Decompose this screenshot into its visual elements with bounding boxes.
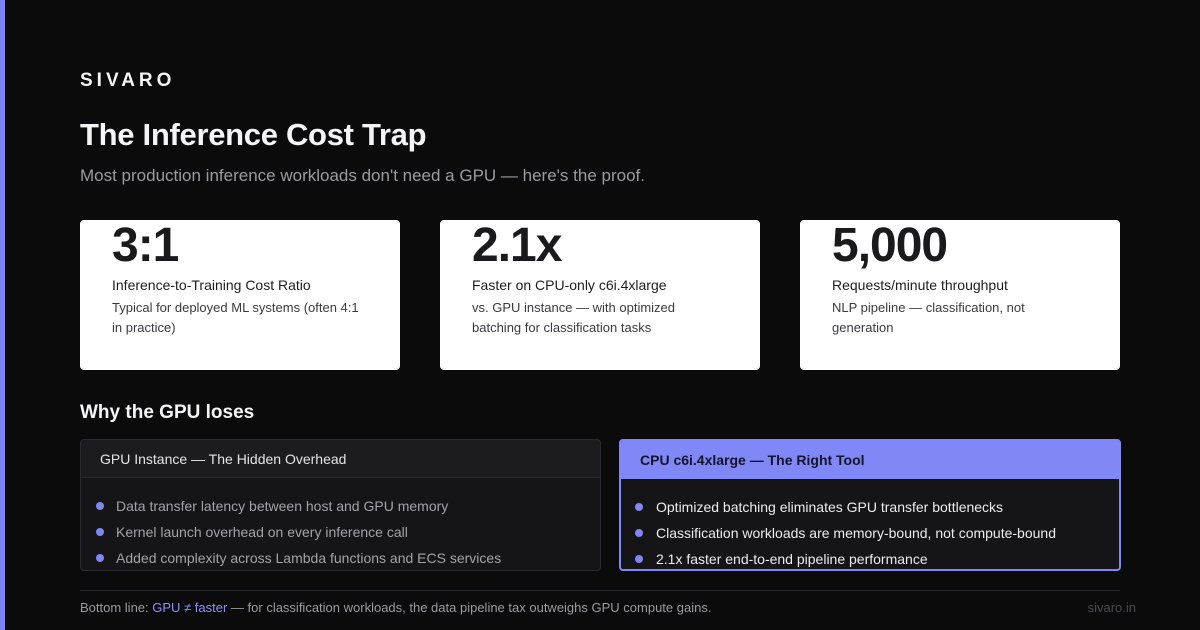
list-item-text: Added complexity across Lambda functions… <box>116 550 502 566</box>
list-item: Kernel launch overhead on every inferenc… <box>81 523 600 549</box>
bullet-icon <box>635 503 643 511</box>
page-subtitle: Most production inference workloads don'… <box>80 166 645 185</box>
stat-label: Faster on CPU-only c6i.4xlarge <box>472 277 667 293</box>
stat-label: Requests/minute throughput <box>832 277 1008 293</box>
gpu-panel: GPU Instance — The Hidden Overhead Data … <box>80 439 601 571</box>
stat-description: NLP pipeline — classification, not gener… <box>832 300 1025 335</box>
stat-value: 3:1 <box>112 220 179 272</box>
stat-card-speedup: 2.1x Faster on CPU-only c6i.4xlarge vs. … <box>440 220 760 370</box>
footer-highlight: GPU ≠ faster <box>152 600 228 615</box>
brand-logo: SIVARO <box>80 70 176 91</box>
footer-prefix: Bottom line: <box>80 600 153 615</box>
footer-suffix: — for classification workloads, the data… <box>227 600 712 615</box>
list-item-text: Optimized batching eliminates GPU transf… <box>656 499 1004 515</box>
accent-bar <box>0 0 5 630</box>
cpu-panel-list: Optimized batching eliminates GPU transf… <box>621 479 1119 569</box>
list-item: Optimized batching eliminates GPU transf… <box>621 498 1119 524</box>
footer-bottom-line: Bottom line: GPU ≠ faster — for classifi… <box>80 600 711 615</box>
site-url: sivaro.in <box>1087 600 1136 615</box>
page-title: The Inference Cost Trap <box>80 117 427 152</box>
footer-divider <box>80 590 1120 591</box>
stat-card-throughput: 5,000 Requests/minute throughput NLP pip… <box>800 220 1120 370</box>
cpu-panel: CPU c6i.4xlarge — The Right Tool Optimiz… <box>619 439 1121 571</box>
stat-value: 2.1x <box>472 220 562 272</box>
list-item: Classification workloads are memory-boun… <box>621 524 1119 550</box>
bullet-icon <box>96 554 104 562</box>
bullet-icon <box>96 528 104 536</box>
list-item: 2.1x faster end-to-end pipeline performa… <box>621 550 1119 569</box>
list-item-text: 2.1x faster end-to-end pipeline performa… <box>656 551 928 567</box>
list-item-text: Data transfer latency between host and G… <box>116 498 449 514</box>
bullet-icon <box>635 529 643 537</box>
stat-label: Inference-to-Training Cost Ratio <box>112 277 311 293</box>
stat-description: vs. GPU instance — with optimized batchi… <box>472 300 676 335</box>
bullet-icon <box>96 502 104 510</box>
list-item-text: Classification workloads are memory-boun… <box>656 525 1056 541</box>
cpu-panel-title: CPU c6i.4xlarge — The Right Tool <box>621 441 1119 479</box>
list-item-text: Kernel launch overhead on every inferenc… <box>116 524 408 540</box>
list-item: Added complexity across Lambda functions… <box>81 549 600 570</box>
gpu-panel-title: GPU Instance — The Hidden Overhead <box>81 440 600 478</box>
stat-value: 5,000 <box>832 220 948 272</box>
stat-card-cost-ratio: 3:1 Inference-to-Training Cost Ratio Typ… <box>80 220 400 370</box>
stat-description: Typical for deployed ML systems (often 4… <box>112 300 359 335</box>
slide: SIVARO The Inference Cost Trap Most prod… <box>0 0 1200 630</box>
section-title: Why the GPU loses <box>80 402 255 423</box>
gpu-panel-list: Data transfer latency between host and G… <box>81 478 600 570</box>
bullet-icon <box>635 555 643 563</box>
list-item: Data transfer latency between host and G… <box>81 497 600 523</box>
